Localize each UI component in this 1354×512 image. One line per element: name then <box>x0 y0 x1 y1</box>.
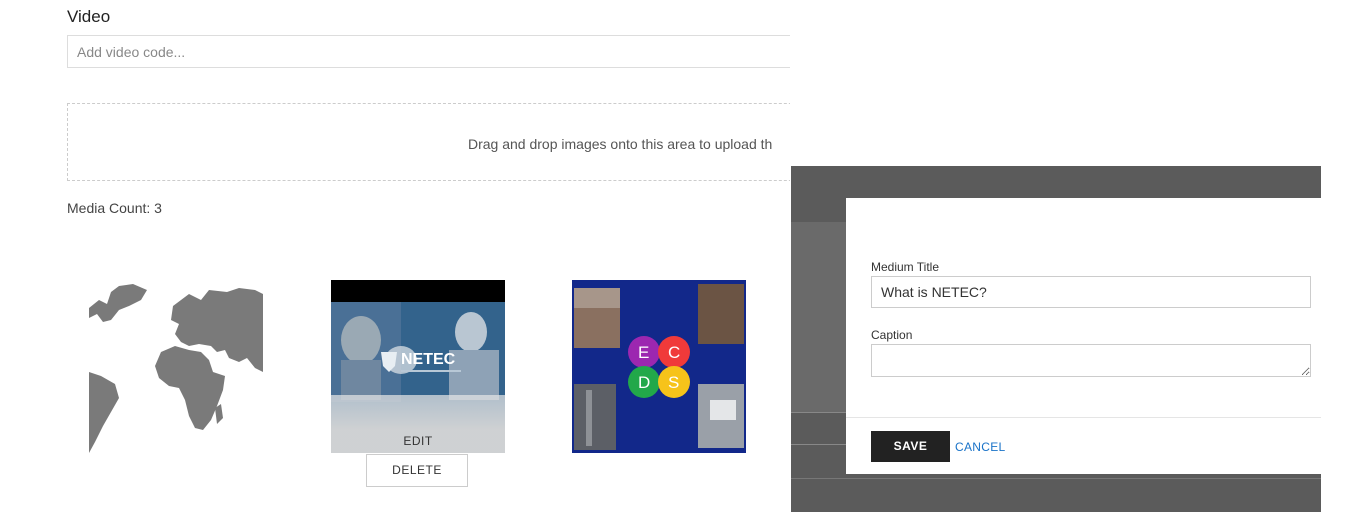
save-button[interactable]: SAVE <box>871 431 950 462</box>
media-thumbnail-netec[interactable]: NETEC EDIT <box>331 280 505 453</box>
cancel-button[interactable]: CANCEL <box>955 440 1005 454</box>
video-letterbox-bar <box>331 280 505 302</box>
media-editor-panel: Video Drag and drop images onto this are… <box>0 0 790 512</box>
backdrop-divider <box>791 412 851 413</box>
media-thumbnail-ecds[interactable]: E C D S <box>572 280 746 453</box>
svg-text:E: E <box>638 343 649 362</box>
world-map-image <box>89 284 263 453</box>
delete-button[interactable]: DELETE <box>366 454 468 487</box>
image-drop-zone[interactable]: Drag and drop images onto this area to u… <box>67 103 790 181</box>
svg-text:S: S <box>668 373 679 392</box>
backdrop-divider <box>791 444 851 445</box>
medium-title-input[interactable] <box>871 276 1311 308</box>
edit-medium-modal: Medium Title Caption SAVE CANCEL <box>846 198 1321 474</box>
svg-text:C: C <box>668 343 680 362</box>
medium-title-label: Medium Title <box>871 260 940 274</box>
svg-text:D: D <box>638 373 650 392</box>
edit-button[interactable]: EDIT <box>331 430 505 452</box>
dropzone-text: Drag and drop images onto this area to u… <box>468 136 773 152</box>
media-count: Media Count: 3 <box>67 200 162 216</box>
video-label: Video <box>67 7 111 26</box>
backdrop-divider <box>791 478 1321 479</box>
ecds-collage-image: E C D S <box>572 280 746 453</box>
svg-text:NETEC: NETEC <box>401 351 456 368</box>
modal-divider <box>846 417 1321 418</box>
video-code-input[interactable] <box>67 35 790 68</box>
media-thumbnail-map[interactable] <box>89 280 263 453</box>
caption-textarea[interactable] <box>871 344 1311 377</box>
caption-label: Caption <box>871 328 913 342</box>
